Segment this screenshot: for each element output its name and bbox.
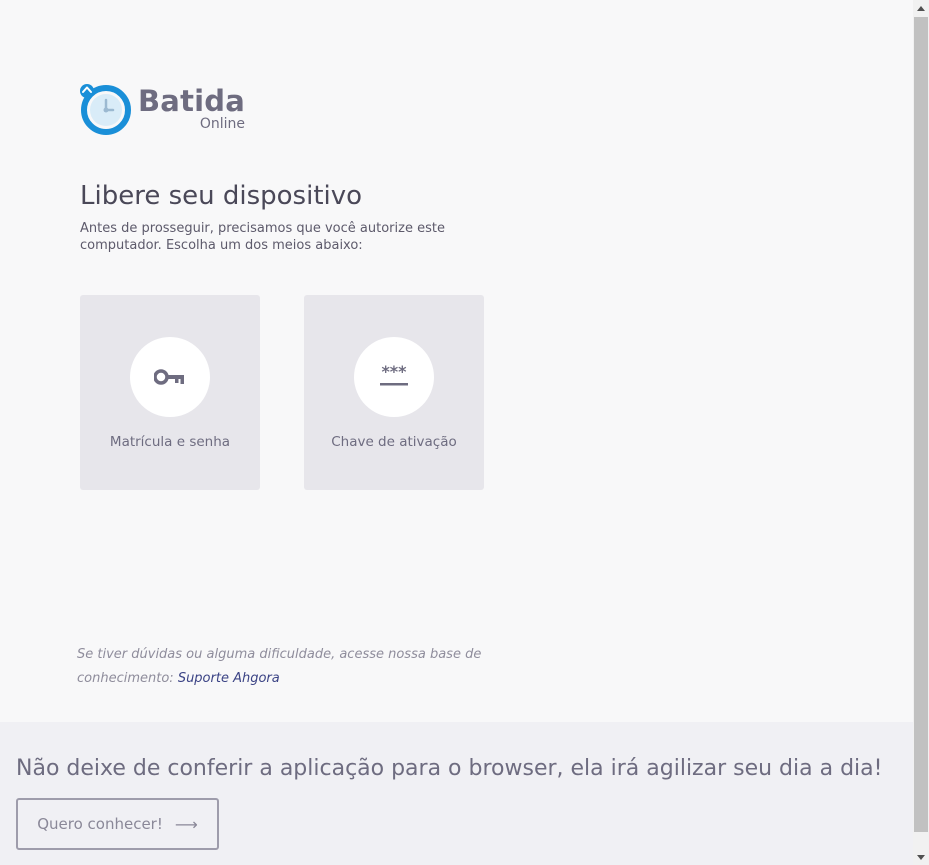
learn-more-label: Quero conhecer! (37, 815, 163, 833)
login-password-option[interactable]: Matrícula e senha (80, 295, 260, 490)
scrollbar-thumb[interactable] (914, 17, 928, 832)
option-label: Matrícula e senha (109, 434, 231, 450)
option-label: Chave de ativação (331, 434, 457, 450)
batida-online-logo: Batida Online (80, 83, 245, 135)
option-icon-circle: *** (354, 337, 434, 417)
support-link[interactable]: Suporte Ahgora (178, 671, 280, 686)
page: Batida Online Libere seu dispositivo Ant… (0, 0, 913, 865)
scroll-down-arrow-icon[interactable] (913, 849, 929, 865)
svg-text:***: *** (381, 365, 407, 381)
logo-name: Batida (138, 84, 246, 118)
clock-logo-icon (80, 84, 131, 135)
option-icon-circle (130, 337, 210, 417)
browser-app-banner: Não deixe de conferir a aplicação para o… (0, 722, 913, 865)
learn-more-button[interactable]: Quero conhecer! ⟶ (16, 798, 219, 850)
page-subtitle: Antes de prosseguir, precisamos que você… (80, 221, 445, 253)
page-title: Libere seu dispositivo (80, 181, 363, 211)
vertical-scrollbar[interactable] (913, 0, 929, 865)
help-text: Se tiver dúvidas ou alguma dificuldade, … (77, 643, 497, 691)
password-asterisks-icon: *** (380, 365, 408, 386)
activation-key-option[interactable]: *** Chave de ativação (304, 295, 484, 490)
logo-subtitle: Online (199, 116, 246, 132)
scroll-up-arrow-icon[interactable] (913, 0, 929, 16)
key-icon (154, 369, 184, 385)
arrow-right-icon: ⟶ (174, 814, 198, 834)
banner-text: Não deixe de conferir a aplicação para o… (16, 756, 883, 781)
